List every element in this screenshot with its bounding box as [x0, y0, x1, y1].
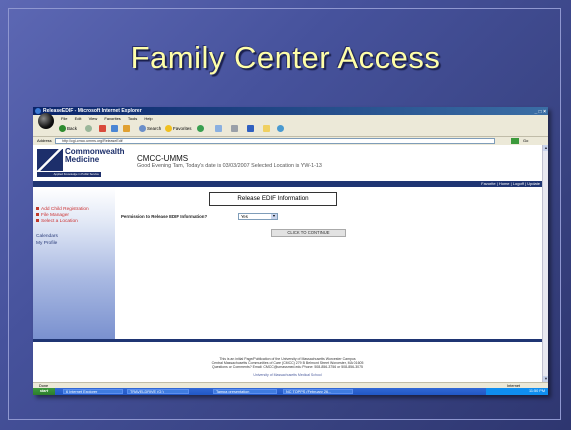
home-button[interactable]: [123, 125, 131, 133]
bullet-icon: [36, 207, 39, 211]
home-icon: [123, 125, 130, 133]
search-button[interactable]: Search: [139, 125, 161, 133]
clock: 11:50 PM: [529, 389, 545, 393]
browser-toolbar: Back Search Favorites: [33, 122, 548, 137]
print-button[interactable]: [231, 125, 239, 133]
menu-file[interactable]: File: [61, 116, 67, 121]
logo-line2: Medicine: [65, 155, 100, 164]
slide-title: Family Center Access: [130, 40, 441, 75]
task-nc-topps[interactable]: NC TOPPS (February 26...: [283, 389, 353, 394]
menu-bar: File Edit View Favorites Tools Help: [33, 115, 548, 122]
stop-icon: [99, 125, 106, 133]
refresh-button[interactable]: [111, 125, 119, 133]
presentation-slide: Family Center Access ReleaseEDIF - Micro…: [0, 0, 571, 430]
messenger-button[interactable]: [277, 125, 285, 133]
menu-favorites[interactable]: Favorites: [104, 116, 120, 121]
chevron-down-icon[interactable]: ▼: [271, 214, 277, 219]
release-edif-heading: Release EDIF Information: [209, 192, 337, 206]
commonwealth-medicine-logo-icon: [37, 149, 63, 171]
go-arrow-icon[interactable]: [511, 138, 519, 144]
edit-button[interactable]: [247, 125, 255, 133]
sidebar-item-file-manager[interactable]: File Manager: [36, 213, 69, 218]
folder-button[interactable]: [263, 125, 271, 133]
mail-button[interactable]: [215, 125, 223, 133]
menu-tools[interactable]: Tools: [128, 116, 137, 121]
favorites-button[interactable]: Favorites: [165, 125, 192, 133]
messenger-icon: [277, 125, 284, 133]
task-internet-explorer[interactable]: 6 Internet Explorer: [63, 389, 123, 394]
window-title: ReleaseEDIF - Microsoft Internet Explore…: [43, 108, 142, 114]
forward-button[interactable]: [85, 125, 93, 133]
logo-text: Commonwealth Medicine: [65, 148, 125, 164]
app-name: CMCC-UMMS: [137, 154, 189, 163]
task-traveldrive[interactable]: TRAVELDRIVE (G:): [127, 389, 189, 394]
refresh-icon: [111, 125, 118, 133]
address-bar: Address http://cgi-cmcc.umms.org/Release…: [33, 137, 548, 145]
logo-tagline: Applied Knowledge in Public Service: [37, 172, 101, 177]
sidebar-item-add-child[interactable]: Add Child Registration: [36, 207, 89, 212]
footer-rule: [33, 339, 542, 342]
print-icon: [231, 125, 238, 133]
ie-logo-icon: [35, 108, 41, 114]
history-button[interactable]: [197, 125, 205, 133]
mail-icon: [215, 125, 222, 133]
back-arrow-icon: [59, 125, 66, 133]
continue-button[interactable]: CLICK TO CONTINUE: [271, 229, 346, 237]
back-button[interactable]: Back: [59, 125, 77, 133]
history-icon: [197, 125, 204, 133]
edit-icon: [247, 125, 254, 133]
sidebar: Add Child Registration File Manager Sele…: [33, 187, 115, 339]
address-label: Address: [37, 138, 52, 143]
permission-label: Permission to Release EDIF Information?: [121, 214, 208, 219]
menu-view[interactable]: View: [89, 116, 98, 121]
system-tray: 11:50 PM: [486, 388, 548, 395]
browser-screenshot: ReleaseEDIF - Microsoft Internet Explore…: [33, 107, 548, 395]
permission-select-value: Yes: [241, 214, 248, 219]
permission-select[interactable]: Yes ▼: [238, 213, 278, 220]
greeting-text: Good Evening Tam, Today's date is 03/03/…: [137, 163, 322, 169]
search-icon: [139, 125, 146, 133]
footer-line3[interactable]: Questions or Comments? Email: CMCC@umass…: [33, 365, 542, 370]
sidebar-item-my-profile[interactable]: My Profile: [36, 241, 57, 246]
busy-orb-icon: [38, 113, 54, 129]
scroll-up-icon[interactable]: ▲: [543, 145, 548, 151]
page-footer: This is an initial Page/Publication of t…: [33, 343, 542, 381]
bullet-icon: [36, 219, 39, 223]
browser-titlebar: ReleaseEDIF - Microsoft Internet Explore…: [33, 107, 548, 115]
menu-help[interactable]: Help: [144, 116, 152, 121]
folder-icon: [263, 125, 270, 133]
menu-edit[interactable]: Edit: [75, 116, 82, 121]
stop-button[interactable]: [99, 125, 107, 133]
go-button[interactable]: Go: [523, 137, 528, 145]
start-button[interactable]: start: [33, 388, 55, 395]
task-tampa-presentation[interactable]: Tampa presentation: [213, 389, 277, 394]
taskbar: start 6 Internet Explorer TRAVELDRIVE (G…: [33, 388, 548, 395]
page-header: Commonwealth Medicine Applied Knowledge …: [33, 145, 542, 181]
star-icon: [165, 125, 172, 133]
footer-line4[interactable]: University of Massachusetts Medical Scho…: [33, 373, 542, 378]
sidebar-item-calendars[interactable]: Calendars: [36, 234, 58, 239]
main-content: [115, 187, 542, 339]
address-input[interactable]: http://cgi-cmcc.umms.org/ReleaseEdif: [55, 138, 495, 144]
forward-arrow-icon: [85, 125, 92, 133]
vertical-scrollbar[interactable]: ▲ ▼: [542, 145, 548, 382]
sidebar-item-select-location[interactable]: Select a Location: [36, 219, 78, 224]
bullet-icon: [36, 213, 39, 217]
